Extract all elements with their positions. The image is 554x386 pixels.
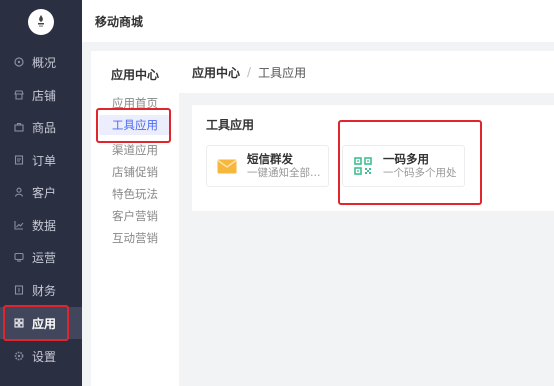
breadcrumb: 应用中心 / 工具应用: [179, 51, 554, 93]
sidebar-item-customer[interactable]: 客户: [0, 176, 82, 208]
sidebar-item-label: 客户: [32, 185, 57, 200]
settings-icon: [12, 351, 26, 361]
tool-name: 短信群发: [247, 152, 293, 166]
subnav-item-customer-marketing[interactable]: 客户营销: [99, 206, 171, 226]
logo-icon: [38, 15, 44, 27]
app-center-subnav: 应用中心 应用首页 工具应用 渠道应用 店铺促销 特色玩法 客户营销 互动营销: [91, 51, 179, 386]
subnav-item-channel-apps[interactable]: 渠道应用: [99, 140, 171, 160]
qr-code-icon: [343, 157, 383, 175]
subnav-item-interactive-marketing[interactable]: 互动营销: [99, 228, 171, 248]
tool-name: 一码多用: [383, 152, 429, 166]
app-title: 移动商城: [95, 14, 144, 29]
main-sidebar: 概况 店铺 商品 订单 客户 数据 运营 财务 应用 设置: [0, 0, 82, 386]
sidebar-item-label: 应用: [32, 316, 57, 331]
logo-area: [0, 0, 82, 44]
customer-icon: [12, 187, 26, 197]
overview-icon: [12, 57, 26, 67]
tool-multi-use-code[interactable]: 一码多用 一个码多个用处: [342, 145, 465, 187]
sidebar-item-apps[interactable]: 应用: [0, 307, 82, 339]
subnav-item-tool-apps[interactable]: 工具应用: [99, 115, 171, 135]
sidebar-item-label: 店铺: [32, 88, 57, 103]
operation-icon: [12, 252, 26, 262]
tool-sms-broadcast[interactable]: 短信群发 一键通知全部…: [206, 145, 329, 187]
order-icon: [12, 155, 26, 165]
sidebar-item-operation[interactable]: 运营: [0, 241, 82, 273]
sidebar-item-store[interactable]: 店铺: [0, 79, 82, 111]
subnav-title: 应用中心: [110, 68, 159, 82]
sidebar-item-order[interactable]: 订单: [0, 144, 82, 176]
goods-icon: [12, 122, 26, 132]
sidebar-item-goods[interactable]: 商品: [0, 111, 82, 143]
subnav-item-app-home[interactable]: 应用首页: [99, 93, 171, 113]
sidebar-item-label: 数据: [32, 218, 57, 233]
tools-card: 工具应用 短信群发 一键通知全部… 一码多用 一个码多个用处: [192, 105, 554, 211]
sidebar-item-label: 订单: [32, 153, 57, 168]
sidebar-item-label: 商品: [32, 120, 57, 135]
logo[interactable]: [28, 9, 54, 35]
envelope-icon: [207, 159, 247, 174]
chart-icon: [12, 220, 26, 230]
tool-desc: 一个码多个用处: [383, 167, 457, 179]
tools-card-title: 工具应用: [206, 118, 255, 132]
sidebar-item-settings[interactable]: 设置: [0, 340, 82, 372]
sidebar-item-label: 设置: [32, 349, 57, 364]
subnav-item-store-promotion[interactable]: 店铺促销: [99, 162, 171, 182]
store-icon: [12, 90, 26, 100]
sidebar-item-data[interactable]: 数据: [0, 209, 82, 241]
sidebar-item-label: 运营: [32, 250, 57, 265]
subnav-item-featured-play[interactable]: 特色玩法: [99, 184, 171, 204]
sidebar-item-overview[interactable]: 概况: [0, 46, 82, 78]
tool-desc: 一键通知全部…: [247, 167, 321, 179]
sidebar-item-label: 概况: [32, 55, 57, 70]
apps-icon: [12, 318, 26, 328]
top-header: 移动商城: [82, 0, 554, 42]
sidebar-item-label: 财务: [32, 283, 57, 298]
breadcrumb-root[interactable]: 应用中心: [192, 64, 240, 81]
breadcrumb-separator: /: [247, 65, 252, 79]
finance-icon: [12, 285, 26, 295]
breadcrumb-current: 工具应用: [258, 65, 307, 80]
sidebar-item-finance[interactable]: 财务: [0, 274, 82, 306]
